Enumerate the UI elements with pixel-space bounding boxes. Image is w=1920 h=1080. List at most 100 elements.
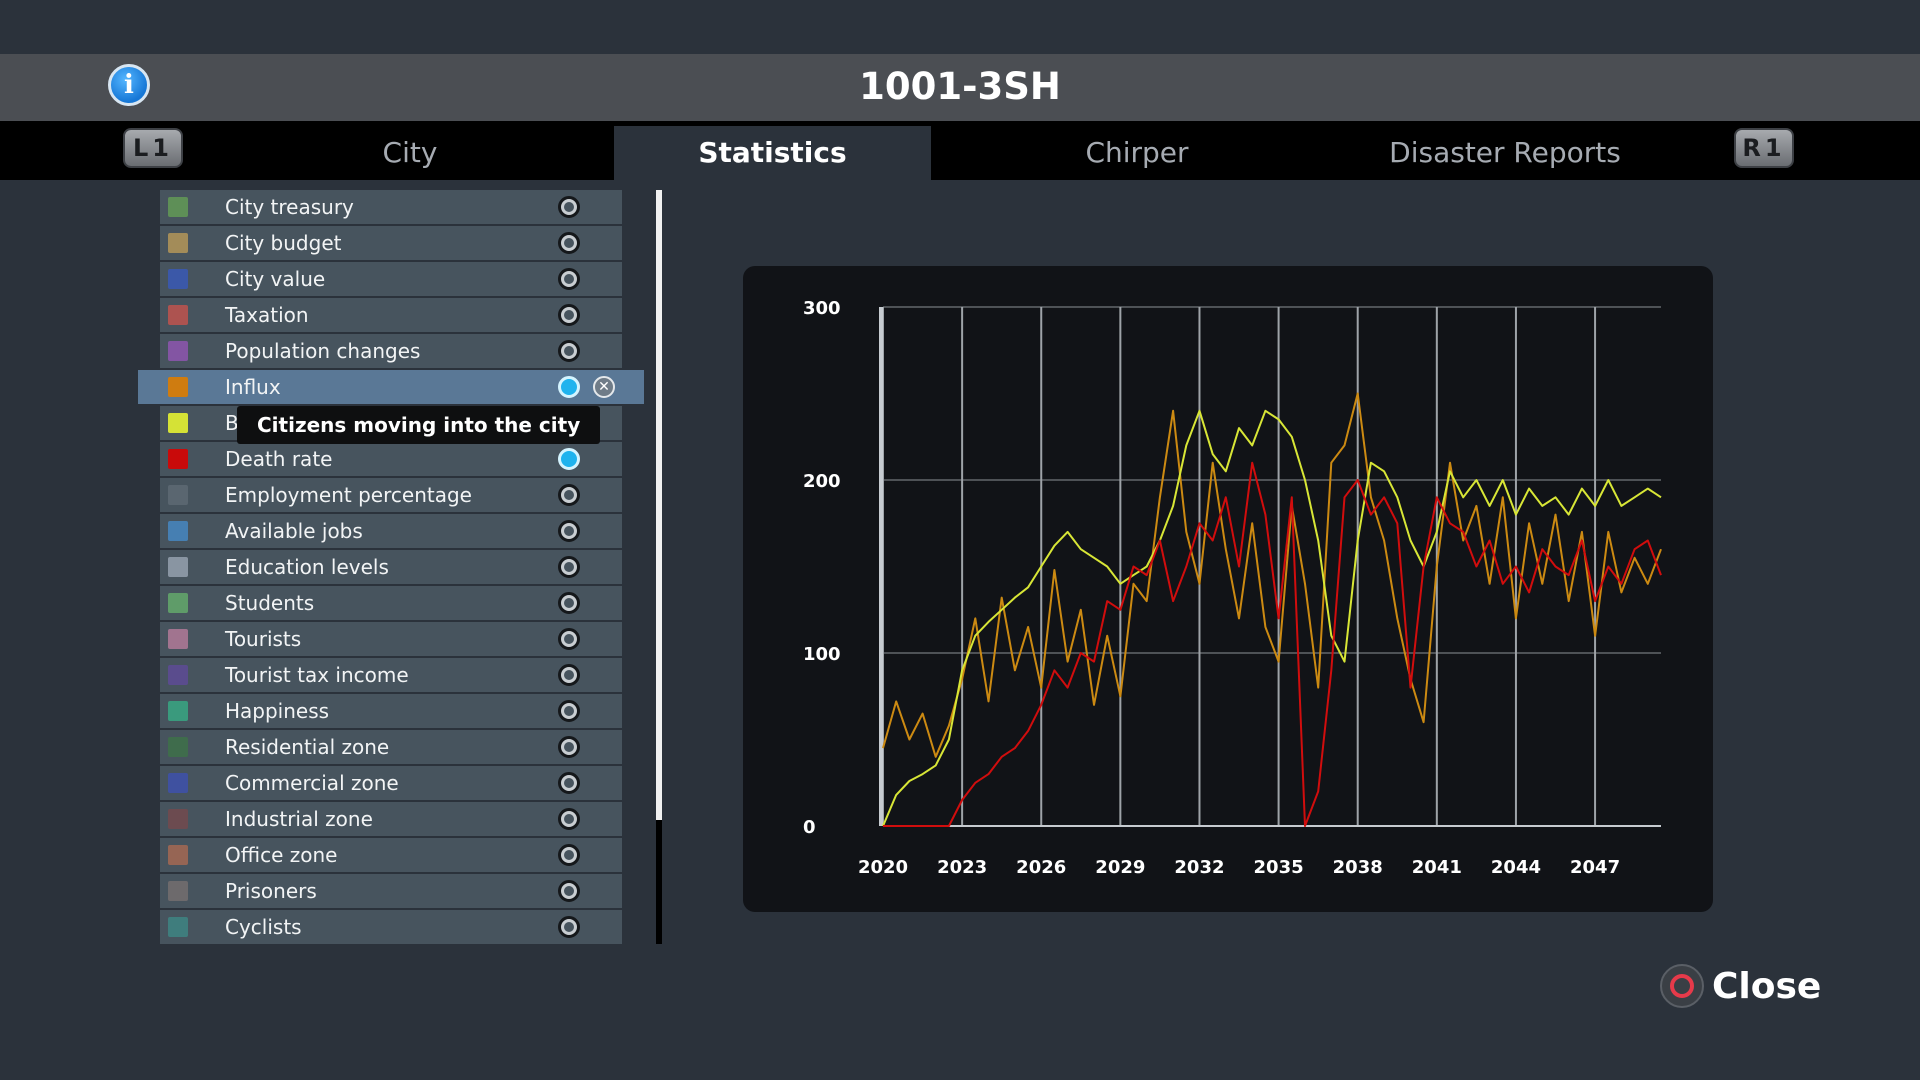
stat-row[interactable]: Students (160, 586, 622, 620)
toggle-radio[interactable] (558, 700, 580, 722)
toggle-radio[interactable] (558, 916, 580, 938)
color-swatch (168, 341, 188, 361)
stat-row[interactable]: Death rate (160, 442, 622, 476)
color-swatch (168, 377, 188, 397)
y-tick-label: 200 (803, 471, 841, 492)
stat-label: Prisoners (225, 879, 317, 903)
toggle-radio[interactable] (558, 592, 580, 614)
color-swatch (168, 665, 188, 685)
stat-row[interactable]: Tourist tax income (160, 658, 622, 692)
color-swatch (168, 485, 188, 505)
stat-label: Cyclists (225, 915, 302, 939)
toggle-radio[interactable] (558, 736, 580, 758)
stat-row[interactable]: Employment percentage (160, 478, 622, 512)
toggle-radio[interactable] (558, 844, 580, 866)
series-line (882, 392, 1662, 758)
chart-panel: 0 100 200 300 2020 2023 2026 2029 2032 2035 2038 20… (743, 266, 1713, 912)
x-tick-label: 2038 (1333, 857, 1383, 878)
color-swatch (168, 809, 188, 829)
y-tick-label: 300 (803, 298, 841, 319)
tab-disaster-reports[interactable]: Disaster Reports (1340, 126, 1670, 180)
stat-row[interactable]: Available jobs (160, 514, 622, 548)
stat-label: City budget (225, 231, 342, 255)
stat-row[interactable]: Cyclists (160, 910, 622, 944)
stat-row[interactable]: Taxation (160, 298, 622, 332)
stat-row[interactable]: Commercial zone (160, 766, 622, 800)
toggle-radio[interactable] (558, 556, 580, 578)
color-swatch (168, 701, 188, 721)
y-tick-label: 100 (803, 644, 841, 665)
stat-row[interactable]: City budget (160, 226, 622, 260)
x-tick-label: 2032 (1174, 857, 1224, 878)
toggle-radio[interactable] (558, 268, 580, 290)
line-chart: 0 100 200 300 2020 2023 2026 2029 2032 2035 2038 20… (803, 298, 1662, 878)
stat-label: Employment percentage (225, 483, 472, 507)
toggle-radio[interactable] (558, 772, 580, 794)
toggle-radio[interactable] (558, 304, 580, 326)
toggle-radio[interactable] (558, 520, 580, 542)
color-swatch (168, 305, 188, 325)
stat-row[interactable]: City value (160, 262, 622, 296)
x-tick-label: 2047 (1570, 857, 1620, 878)
toggle-radio[interactable] (558, 232, 580, 254)
stat-label: Industrial zone (225, 807, 373, 831)
stat-label: City value (225, 267, 326, 291)
stat-row[interactable]: Office zone (160, 838, 622, 872)
toggle-radio[interactable] (558, 880, 580, 902)
stat-row[interactable]: Happiness (160, 694, 622, 728)
stat-label: Available jobs (225, 519, 363, 543)
toggle-radio[interactable] (558, 628, 580, 650)
x-tick-label: 2029 (1095, 857, 1145, 878)
stat-row[interactable]: Industrial zone (160, 802, 622, 836)
color-swatch (168, 593, 188, 613)
color-swatch (168, 845, 188, 865)
color-swatch (168, 917, 188, 937)
tab-city[interactable]: City (250, 126, 570, 180)
toggle-radio[interactable] (558, 664, 580, 686)
window-title: 1001-3SH (859, 65, 1061, 108)
color-swatch (168, 197, 188, 217)
close-button[interactable]: Close (1660, 962, 1821, 1010)
clear-icon[interactable]: ✕ (593, 376, 615, 398)
x-tick-label: 2026 (1016, 857, 1066, 878)
color-swatch (168, 521, 188, 541)
scrollbar-thumb[interactable] (656, 190, 662, 820)
tooltip: Citizens moving into the city (237, 406, 601, 444)
stat-label: Taxation (225, 303, 309, 327)
stat-label: Influx (225, 375, 281, 399)
toggle-radio[interactable] (558, 808, 580, 830)
stat-row[interactable]: Residential zone (160, 730, 622, 764)
color-swatch (168, 233, 188, 253)
x-tick-label: 2041 (1412, 857, 1462, 878)
statistics-list: City treasury City budget City value Taxati… (138, 190, 644, 946)
stat-row[interactable]: Prisoners (160, 874, 622, 908)
x-tick-label: 2035 (1254, 857, 1304, 878)
stat-row[interactable]: City treasury (160, 190, 622, 224)
color-swatch (168, 629, 188, 649)
stat-label: Tourists (225, 627, 302, 651)
stat-label: Education levels (225, 555, 389, 579)
color-swatch (168, 413, 188, 433)
stat-label: Residential zone (225, 735, 390, 759)
y-tick-label: 0 (803, 817, 816, 838)
toggle-radio[interactable] (558, 340, 580, 362)
stat-row[interactable]: Education levels (160, 550, 622, 584)
shoulder-left-button[interactable]: L1 (123, 128, 183, 168)
stat-label: Population changes (225, 339, 421, 363)
color-swatch (168, 737, 188, 757)
color-swatch (168, 881, 188, 901)
tab-statistics[interactable]: Statistics (614, 126, 931, 180)
toggle-radio[interactable] (558, 448, 580, 470)
tab-chirper[interactable]: Chirper (978, 126, 1296, 180)
toggle-radio[interactable] (558, 196, 580, 218)
stat-label: Happiness (225, 699, 330, 723)
shoulder-right-button[interactable]: R1 (1734, 128, 1794, 168)
stat-row[interactable]: Tourists (160, 622, 622, 656)
toggle-radio[interactable] (558, 376, 580, 398)
color-swatch (168, 449, 188, 469)
toggle-radio[interactable] (558, 484, 580, 506)
stat-row[interactable]: Population changes (160, 334, 622, 368)
x-tick-label: 2044 (1491, 857, 1541, 878)
stat-row[interactable]: Influx ✕ (138, 370, 644, 404)
circle-button-icon (1660, 964, 1704, 1008)
